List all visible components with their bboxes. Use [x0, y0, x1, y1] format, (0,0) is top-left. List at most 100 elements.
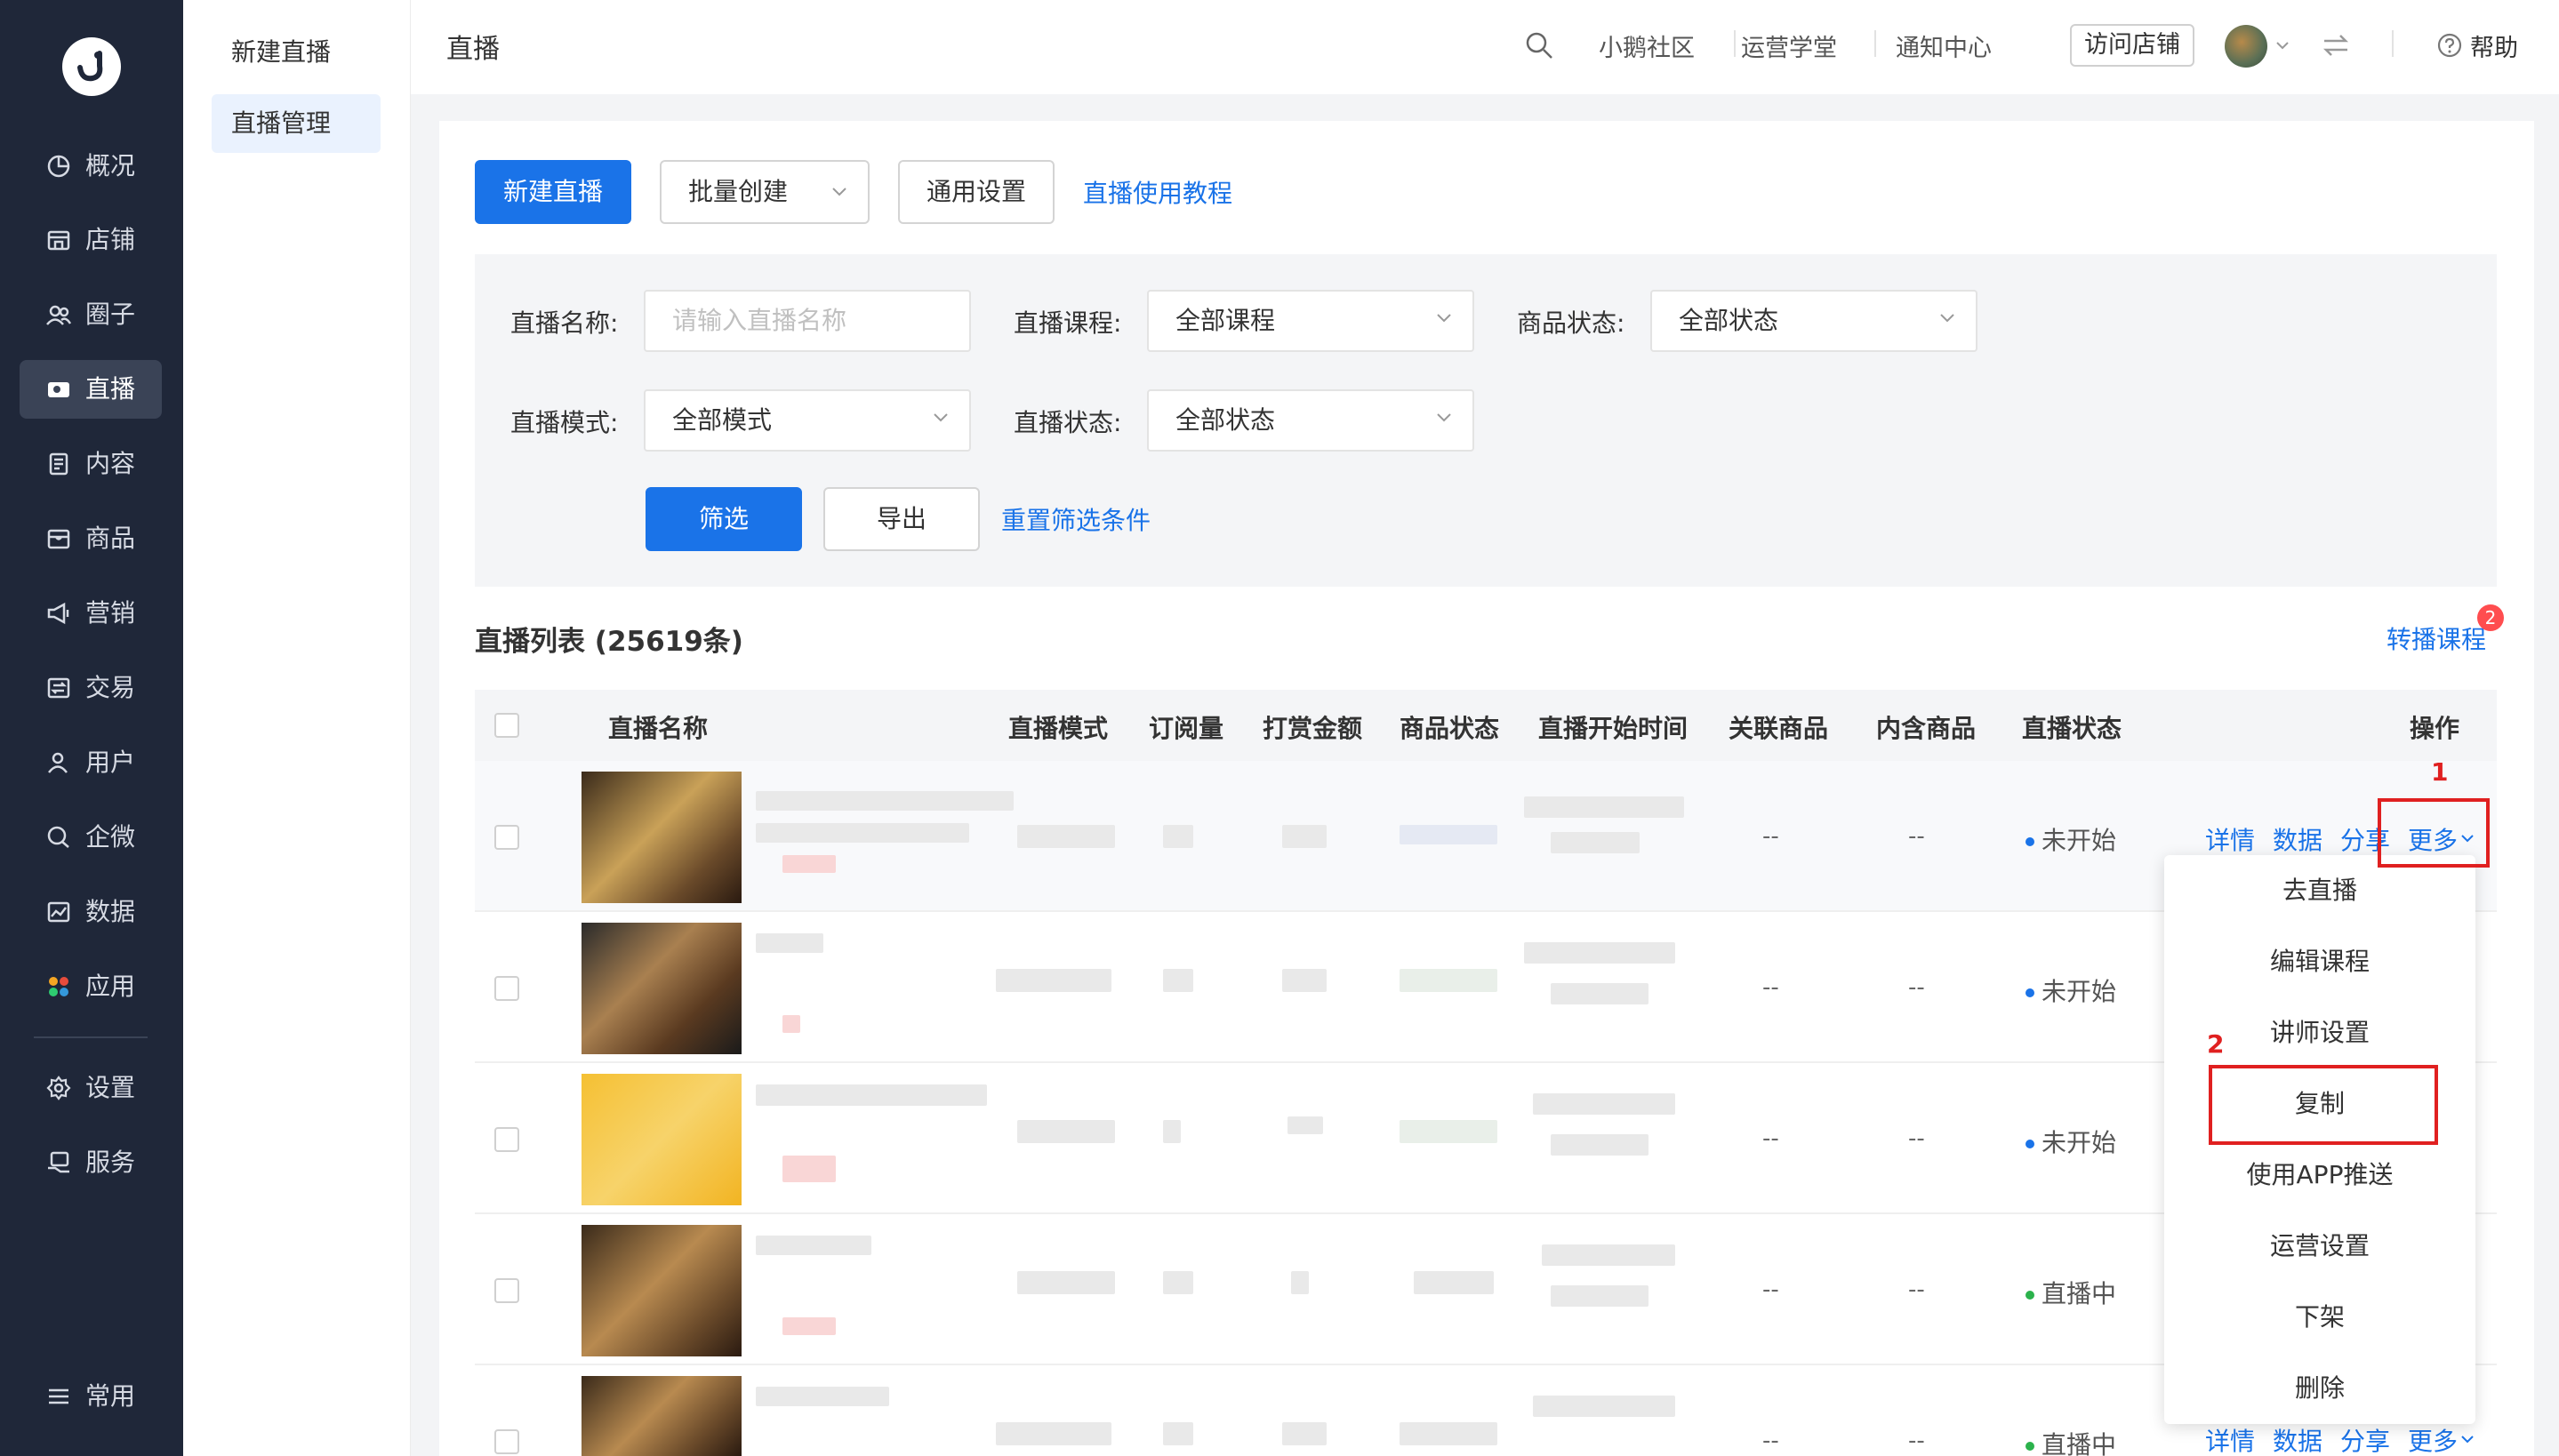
chevron-down-icon[interactable]: [2274, 39, 2290, 52]
help-link[interactable]: 帮助: [2470, 28, 2518, 63]
more-link[interactable]: 更多: [2408, 1422, 2458, 1456]
nav-item-store[interactable]: 店铺: [20, 211, 162, 269]
nav-item-overview[interactable]: 概况: [20, 137, 162, 196]
new-live-button[interactable]: 新建直播: [475, 160, 631, 224]
nav-item-label: 交易: [85, 673, 136, 702]
pie-chart-icon: [47, 155, 70, 178]
general-settings-button[interactable]: 通用设置: [898, 160, 1055, 224]
user-icon: [48, 752, 68, 773]
annotation-step-1: 1: [2431, 757, 2449, 787]
tutorial-link[interactable]: 直播使用教程: [1083, 174, 1232, 210]
blurred-text: [756, 791, 1014, 811]
logo-icon[interactable]: [62, 37, 121, 96]
status-dot: [2026, 988, 2034, 997]
nav-item-marketing[interactable]: 营销: [20, 584, 162, 643]
row-checkbox[interactable]: [494, 1429, 519, 1454]
chevron-down-icon[interactable]: [2459, 1433, 2475, 1445]
nav-item-content[interactable]: 内容: [20, 435, 162, 493]
community-link[interactable]: 小鹅社区: [1599, 28, 1695, 63]
included-goods-value: --: [1908, 1428, 1925, 1454]
filter-button[interactable]: 筛选: [646, 487, 802, 551]
academy-link[interactable]: 运营学堂: [1741, 28, 1837, 63]
separator: [1734, 30, 1736, 57]
menu-item-delete[interactable]: 删除: [2164, 1353, 2475, 1424]
menu-item-app-push[interactable]: 使用APP推送: [2164, 1140, 2475, 1211]
nav-item-label: 店铺: [85, 225, 136, 254]
top-bar: 直播 小鹅社区 运营学堂 通知中心 访问店铺 帮助: [411, 0, 2559, 94]
share-link[interactable]: 分享: [2340, 1422, 2390, 1456]
group-icon: [46, 305, 71, 325]
menu-item-operation-settings[interactable]: 运营设置: [2164, 1211, 2475, 1282]
data-link[interactable]: 数据: [2273, 821, 2322, 857]
blurred-time: [1524, 796, 1684, 818]
help-icon[interactable]: [2436, 32, 2463, 59]
nav-divider: [34, 1036, 148, 1038]
live-status-value: 全部状态: [1175, 405, 1276, 435]
submenu-item-live-manage[interactable]: 直播管理: [212, 94, 381, 153]
data-link[interactable]: 数据: [2273, 1422, 2322, 1456]
detail-link[interactable]: 详情: [2205, 1422, 2255, 1456]
exchange-icon: [47, 677, 70, 699]
switch-icon[interactable]: [2321, 30, 2351, 60]
row-checkbox[interactable]: [494, 1278, 519, 1303]
menu-item-edit-course[interactable]: 编辑课程: [2164, 926, 2475, 997]
select-all-checkbox[interactable]: [494, 713, 519, 738]
nav-item-circle[interactable]: 圈子: [20, 285, 162, 344]
avatar[interactable]: [2225, 25, 2267, 68]
related-goods-value: --: [1762, 1428, 1779, 1454]
blurred-goods-status: [1400, 825, 1497, 844]
nav-item-settings[interactable]: 设置: [20, 1059, 162, 1117]
row-checkbox[interactable]: [494, 825, 519, 850]
row-checkbox[interactable]: [494, 976, 519, 1001]
live-name-input[interactable]: 请输入直播名称: [644, 290, 971, 352]
mode-select[interactable]: 全部模式: [644, 389, 971, 452]
nav-item-data[interactable]: 数据: [20, 883, 162, 941]
live-cover-image: [582, 772, 742, 903]
nav-item-live[interactable]: 直播: [20, 360, 162, 419]
included-goods-value: --: [1908, 974, 1925, 1001]
menu-item-delist[interactable]: 下架: [2164, 1282, 2475, 1353]
blurred-time: [1524, 942, 1675, 964]
menu-icon: [49, 1388, 68, 1404]
nav-item-service[interactable]: 服务: [20, 1133, 162, 1192]
submenu-item-new-live[interactable]: 新建直播: [212, 23, 381, 82]
live-cover-image: [582, 923, 742, 1054]
nav-item-wecom[interactable]: 企微: [20, 808, 162, 867]
blurred-amount: [1291, 1271, 1309, 1294]
goods-status-select[interactable]: 全部状态: [1650, 290, 1977, 352]
notification-link[interactable]: 通知中心: [1896, 28, 1992, 63]
export-button[interactable]: 导出: [823, 487, 980, 551]
blurred-amount: [1282, 1422, 1327, 1445]
nav-item-user[interactable]: 用户: [20, 733, 162, 792]
nav-item-label: 营销: [85, 598, 136, 628]
search-icon[interactable]: [1524, 30, 1554, 60]
live-status: 未开始: [2026, 972, 2116, 1008]
blurred-text: [756, 823, 969, 843]
col-live-status: 直播状态: [2022, 714, 2122, 743]
blurred-count: [1163, 1271, 1193, 1294]
relay-course-link[interactable]: 转播课程: [2387, 620, 2486, 656]
chevron-down-icon: [1940, 314, 1954, 323]
chevron-down-icon: [934, 413, 948, 422]
reset-filters-link[interactable]: 重置筛选条件: [1001, 501, 1151, 537]
nav-item-trade[interactable]: 交易: [20, 659, 162, 717]
course-select-value: 全部课程: [1175, 306, 1276, 335]
row-checkbox[interactable]: [494, 1127, 519, 1152]
related-goods-value: --: [1762, 974, 1779, 1001]
detail-link[interactable]: 详情: [2205, 821, 2255, 857]
nav-item-common[interactable]: 常用: [20, 1367, 162, 1426]
nav-item-goods[interactable]: 商品: [20, 509, 162, 568]
live-status-select[interactable]: 全部状态: [1147, 389, 1474, 452]
included-goods-value: --: [1908, 823, 1925, 850]
chevron-down-icon: [1437, 314, 1451, 323]
blurred-time: [1542, 1244, 1675, 1266]
visit-store-button[interactable]: 访问店铺: [2070, 24, 2194, 67]
batch-create-dropdown[interactable]: 批量创建: [660, 160, 870, 224]
blurred-count: [1163, 825, 1193, 848]
nav-item-apps[interactable]: 应用: [20, 957, 162, 1016]
nav-item-label: 商品: [85, 524, 136, 553]
course-select[interactable]: 全部课程: [1147, 290, 1474, 352]
nav-item-label: 数据: [85, 897, 136, 926]
live-status: 直播中: [2026, 1275, 2116, 1310]
related-goods-value: --: [1762, 823, 1779, 850]
